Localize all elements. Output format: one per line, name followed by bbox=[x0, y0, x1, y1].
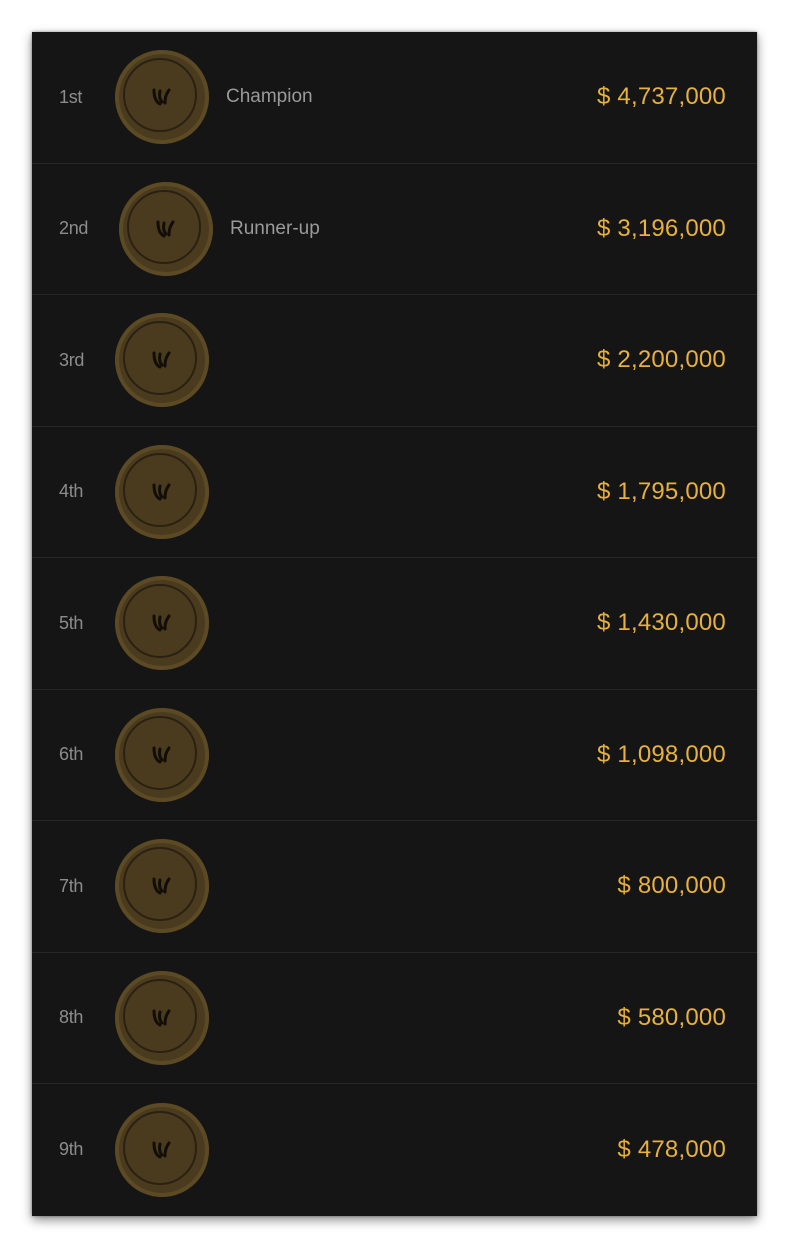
place-label: 8th bbox=[59, 1007, 84, 1028]
prize-row-5th: 5th $ 1,430,000 bbox=[32, 558, 757, 690]
medal-icon bbox=[115, 970, 209, 1065]
prize-row-6th: 6th $ 1,098,000 bbox=[32, 690, 757, 821]
prize-row-8th: 8th $ 580,000 bbox=[32, 953, 757, 1084]
medal-icon bbox=[115, 576, 209, 671]
prize-amount: $ 478,000 bbox=[617, 1135, 726, 1163]
medal-icon bbox=[115, 1102, 209, 1197]
prize-amount: $ 800,000 bbox=[617, 872, 726, 900]
prize-row-1st: 1st Champion $ 4,737,000 bbox=[32, 32, 757, 164]
prize-amount: $ 1,430,000 bbox=[597, 609, 726, 637]
prize-row-4th: 4th $ 1,795,000 bbox=[32, 427, 757, 558]
place-label: 3rd bbox=[59, 349, 85, 370]
medal-icon bbox=[115, 313, 209, 408]
prize-amount: $ 4,737,000 bbox=[597, 83, 726, 111]
prize-pool-list: 1st Champion $ 4,737,000 2nd Runner-up $… bbox=[32, 32, 757, 1216]
place-label: 4th bbox=[59, 481, 84, 502]
medal-icon bbox=[115, 444, 209, 539]
place-label: 7th bbox=[59, 875, 84, 896]
placement-title: Runner-up bbox=[230, 217, 320, 239]
medal-icon bbox=[115, 839, 209, 934]
prize-row-7th: 7th $ 800,000 bbox=[32, 821, 757, 953]
medal-icon bbox=[115, 50, 209, 145]
prize-amount: $ 3,196,000 bbox=[597, 214, 726, 242]
medal-icon bbox=[119, 181, 213, 276]
prize-row-3rd: 3rd $ 2,200,000 bbox=[32, 295, 757, 427]
prize-row-2nd: 2nd Runner-up $ 3,196,000 bbox=[32, 164, 757, 295]
place-label: 6th bbox=[59, 744, 84, 765]
prize-row-9th: 9th $ 478,000 bbox=[32, 1084, 757, 1216]
prize-amount: $ 1,098,000 bbox=[597, 740, 726, 768]
place-label: 1st bbox=[59, 86, 83, 107]
prize-amount: $ 1,795,000 bbox=[597, 477, 726, 505]
prize-amount: $ 2,200,000 bbox=[597, 346, 726, 374]
place-label: 9th bbox=[59, 1139, 84, 1160]
placement-title: Champion bbox=[226, 86, 313, 108]
place-label: 5th bbox=[59, 612, 84, 633]
medal-icon bbox=[115, 707, 209, 802]
prize-amount: $ 580,000 bbox=[617, 1003, 726, 1031]
place-label: 2nd bbox=[59, 218, 89, 239]
